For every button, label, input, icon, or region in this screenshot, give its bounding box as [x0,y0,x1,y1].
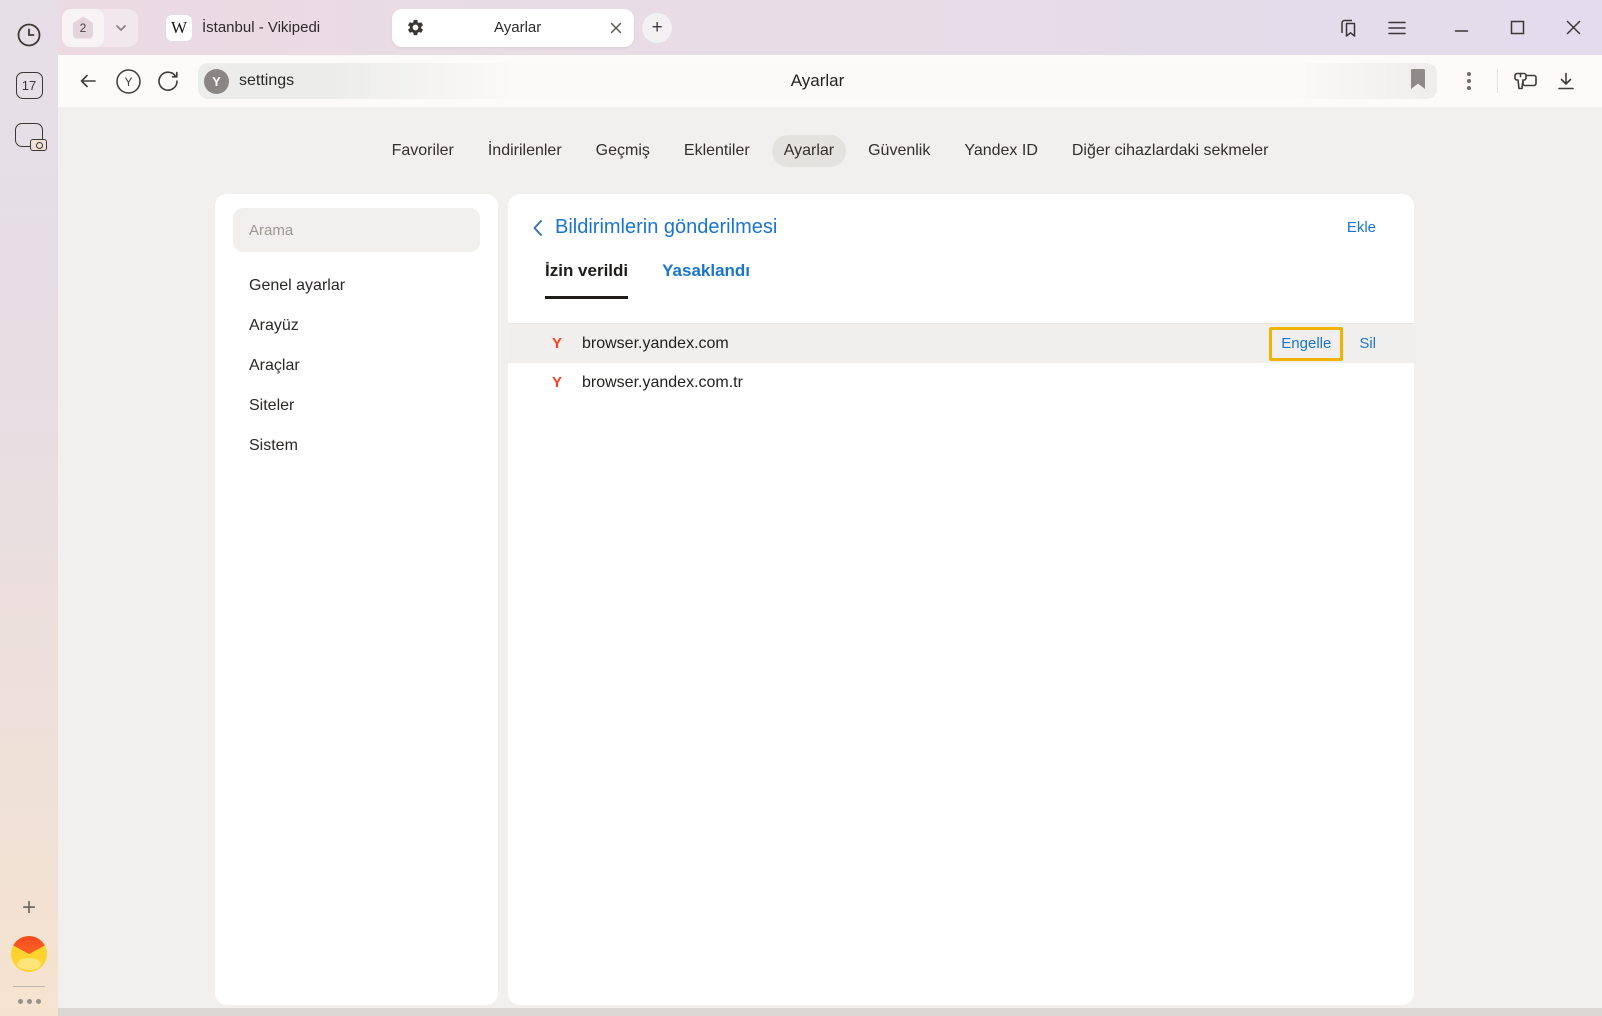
maximize-button[interactable] [1504,15,1530,41]
tab-count-control[interactable]: 2 [62,9,138,47]
permission-tabs: İzin verildi Yasaklandı [508,239,1414,299]
wikipedia-favicon: W [166,15,192,41]
reload-button[interactable] [150,63,186,99]
rail-more-button[interactable] [18,999,41,1004]
tab-strip: 2 W İstanbul - Vikipedi Ayarlar + [58,0,1602,55]
search-input[interactable] [233,208,480,252]
chevron-left-icon [532,219,543,237]
nav-guvenlik[interactable]: Güvenlik [856,135,942,167]
new-tab-button[interactable]: + [642,13,672,43]
page-title: Ayarlar [198,71,1437,91]
tab-ayarlar[interactable]: Ayarlar [392,9,634,47]
tab-title: Ayarlar [435,19,600,36]
maximize-icon [1510,20,1525,35]
hamburger-icon [1387,20,1407,36]
kebab-icon [1467,72,1471,90]
close-icon [610,22,622,34]
block-button[interactable]: Engelle [1281,335,1331,352]
site-domain: browser.yandex.com.tr [582,374,743,392]
menu-genel-ayarlar[interactable]: Genel ayarlar [233,266,480,306]
add-site-button[interactable]: Ekle [1347,219,1376,236]
rail-add-button[interactable]: + [22,896,36,920]
minimize-icon [1454,20,1469,35]
yandex-home-button[interactable]: Y [110,63,146,99]
bookmark-button[interactable] [1409,68,1427,90]
nav-indirilenler[interactable]: İndirilenler [476,135,574,167]
downloads-button[interactable] [1548,63,1584,99]
screenshot-button[interactable] [12,118,46,152]
chevron-down-icon[interactable] [104,21,138,35]
download-icon [1556,71,1576,91]
bookmark-icon [1409,68,1427,90]
menu-araclar[interactable]: Araçlar [233,346,480,386]
yandex-mail-button[interactable] [11,936,47,972]
rail-divider [13,986,45,987]
more-actions-button[interactable] [1451,63,1487,99]
menu-button[interactable] [1384,15,1410,41]
side-panel-button[interactable] [1336,15,1362,41]
minimize-button[interactable] [1448,15,1474,41]
site-row-browser-yandex-com[interactable]: Y browser.yandex.com Engelle Sil [508,324,1414,363]
left-rail: 17 + [0,0,58,1016]
calendar-day-icon: 17 [16,72,43,99]
settings-nav: Favoriler İndirilenler Geçmiş Eklentiler… [58,135,1602,167]
delete-button[interactable]: Sil [1359,335,1376,352]
menu-arayuz[interactable]: Arayüz [233,306,480,346]
site-row-browser-yandex-com-tr[interactable]: Y browser.yandex.com.tr [508,363,1414,402]
panel-title: Bildirimlerin gönderilmesi [555,216,777,239]
settings-menu: Genel ayarlar Arayüz Araçlar Siteler Sis… [233,266,480,466]
nav-favoriler[interactable]: Favoriler [380,135,466,167]
close-tab-button[interactable] [610,22,622,34]
notifications-panel: Bildirimlerin gönderilmesi Ekle İzin ver… [508,194,1414,1005]
yandex-favicon: Y [552,335,568,352]
url-text: settings [239,72,294,90]
menu-sistem[interactable]: Sistem [233,426,480,466]
history-button[interactable] [12,18,46,52]
back-button[interactable] [70,63,106,99]
bookmark-panel-icon [1337,16,1361,40]
gear-icon [406,18,425,37]
close-icon [1566,20,1581,35]
back-arrow-icon [78,71,98,91]
toolbar-separator [1497,69,1498,93]
screenshot-icon [15,123,43,147]
tab-yasaklandi[interactable]: Yasaklandı [662,261,750,299]
calendar-button[interactable]: 17 [12,68,46,102]
site-badge-icon: Y [204,69,229,94]
svg-text:Y: Y [124,75,132,89]
tab-istanbul-vikipedi[interactable]: W İstanbul - Vikipedi [152,9,334,47]
yandex-favicon: Y [552,374,568,391]
mail-icon [17,958,41,970]
window-bottom-edge [58,1008,1602,1016]
nav-yandex-id[interactable]: Yandex ID [952,135,1050,167]
engelle-highlight-frame: Engelle [1269,327,1343,361]
close-window-button[interactable] [1560,15,1586,41]
nav-diger-cihazlar[interactable]: Diğer cihazlardaki sekmeler [1060,135,1281,167]
menu-siteler[interactable]: Siteler [233,386,480,426]
settings-sidebar-panel: Genel ayarlar Arayüz Araçlar Siteler Sis… [215,194,498,1005]
yandex-circle-icon: Y [115,68,142,95]
tab-izin-verildi[interactable]: İzin verildi [545,261,628,299]
nav-eklentiler[interactable]: Eklentiler [672,135,762,167]
reload-icon [157,70,179,92]
tab-count-badge: 2 [62,9,104,47]
address-bar[interactable]: Y settings Ayarlar [198,63,1437,99]
browser-window: 17 + 2 [0,0,1602,1016]
toolbar: Y Y settings Ayarlar [58,55,1602,107]
nav-ayarlar[interactable]: Ayarlar [772,135,846,167]
back-to-sites-button[interactable] [532,219,543,237]
tab-title: İstanbul - Vikipedi [202,19,320,36]
clock-icon [15,21,43,49]
nav-gecmis[interactable]: Geçmiş [584,135,662,167]
site-domain: browser.yandex.com [582,335,729,353]
key-card-icon [1513,69,1539,93]
settings-page: Favoriler İndirilenler Geçmiş Eklentiler… [58,107,1602,1008]
passwords-button[interactable] [1508,63,1544,99]
